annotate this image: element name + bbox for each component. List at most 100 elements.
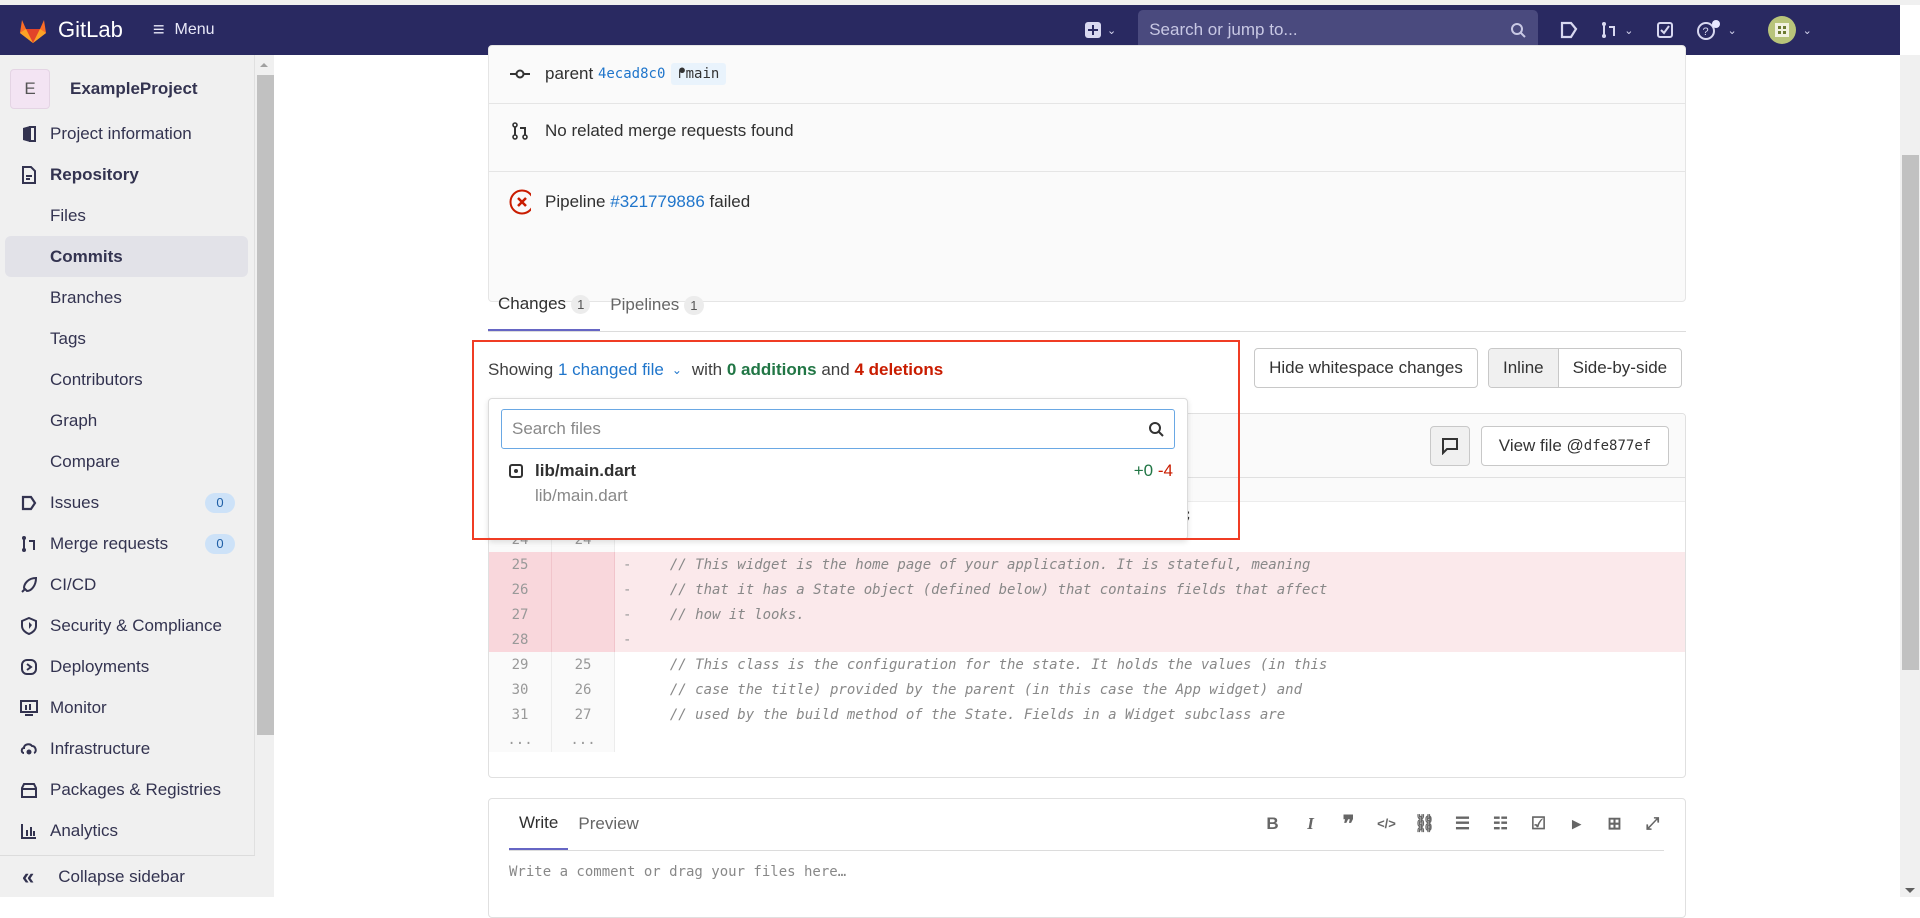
bullet-list-icon[interactable]: ☰	[1450, 811, 1475, 836]
help-dropdown[interactable]: ? ⌄	[1697, 20, 1737, 40]
issues-button[interactable]	[1560, 21, 1578, 39]
page-scrollbar-thumb[interactable]	[1902, 155, 1919, 670]
user-menu-dropdown[interactable]: ⌄	[1767, 15, 1812, 45]
old-line-number[interactable]: 26	[489, 577, 552, 602]
sidebar-scrollbar-thumb[interactable]	[257, 75, 274, 735]
sidebar-item-issues[interactable]: Issues 0	[0, 482, 254, 523]
sidebar-item-label: Infrastructure	[50, 738, 151, 758]
tab-label: Changes	[498, 294, 567, 313]
sidebar-project[interactable]: E ExampleProject	[0, 65, 254, 113]
old-line-number[interactable]: ...	[489, 727, 552, 752]
search-icon	[1149, 422, 1164, 437]
sidebar-item-label: Commits	[50, 246, 123, 266]
sidebar-item-branches[interactable]: Branches	[0, 277, 254, 318]
fullscreen-icon[interactable]: ⤢	[1640, 811, 1665, 836]
old-line-number[interactable]: 27	[489, 602, 552, 627]
project-info-icon	[20, 125, 38, 143]
table-icon[interactable]: ⊞	[1602, 811, 1627, 836]
collapsible-icon[interactable]: ▸	[1564, 811, 1589, 836]
numbered-list-icon[interactable]: ☷	[1488, 811, 1513, 836]
new-line-number[interactable]	[552, 552, 615, 577]
write-tab[interactable]: Write	[509, 798, 569, 850]
repository-icon	[20, 165, 38, 184]
collapse-sidebar-button[interactable]: « Collapse sidebar	[0, 855, 255, 897]
help-icon: ?	[1697, 20, 1721, 40]
collapse-sidebar-label: Collapse sidebar	[58, 866, 185, 886]
quote-icon[interactable]: ❞	[1336, 811, 1361, 836]
sidebar-item-deployments[interactable]: Deployments	[0, 646, 254, 687]
new-line-number[interactable]: 25	[552, 652, 615, 677]
additions-count: 0 additions	[726, 360, 817, 379]
diff-sign: -	[623, 631, 632, 648]
search-files-input[interactable]: Search files	[501, 409, 1175, 449]
old-line-number[interactable]: 31	[489, 702, 552, 727]
sidebar-item-infrastructure[interactable]: Infrastructure	[0, 728, 254, 769]
global-search-input[interactable]: Search or jump to...	[1138, 10, 1539, 50]
sidebar-item-ci-cd[interactable]: CI/CD	[0, 564, 254, 605]
page-scroll-down-arrow[interactable]	[1905, 888, 1915, 893]
italic-icon[interactable]: I	[1298, 811, 1323, 836]
diff-sign: -	[623, 581, 632, 598]
merge-requests-dropdown[interactable]: ⌄	[1600, 21, 1633, 39]
sidebar-item-tags[interactable]: Tags	[0, 318, 254, 359]
sidebar-item-files[interactable]: Files	[0, 195, 254, 236]
comment-textarea[interactable]: Write a comment or drag your files here…	[509, 864, 846, 880]
old-line-number[interactable]: 25	[489, 552, 552, 577]
new-line-number[interactable]: ...	[552, 727, 615, 752]
sidebar-scrollbar[interactable]	[255, 55, 274, 897]
side-by-side-view-button[interactable]: Side-by-side	[1559, 349, 1681, 387]
hide-whitespace-button[interactable]: Hide whitespace changes	[1254, 348, 1478, 388]
file-deletions: -4	[1157, 461, 1173, 480]
new-item-dropdown[interactable]: ⌄	[1085, 22, 1116, 38]
link-icon[interactable]: ⛓	[1412, 811, 1437, 836]
sidebar-scroll-up-arrow[interactable]	[260, 63, 268, 67]
sidebar-item-merge-requests[interactable]: Merge requests 0	[0, 523, 254, 564]
menu-button[interactable]: ≡ Menu	[153, 19, 215, 42]
changed-files-toggle[interactable]: 1 changed file	[558, 360, 664, 380]
sidebar-item-repository[interactable]: Repository	[0, 154, 254, 195]
old-line-number[interactable]: 30	[489, 677, 552, 702]
new-line-number[interactable]	[552, 627, 615, 652]
sidebar-item-project-information[interactable]: Project information	[0, 113, 254, 154]
new-line-number[interactable]	[552, 577, 615, 602]
task-list-icon[interactable]: ☑	[1526, 811, 1551, 836]
code-text: // case the title) provided by the paren…	[653, 681, 1303, 698]
sidebar-item-security-compliance[interactable]: Security & Compliance	[0, 605, 254, 646]
sidebar-item-contributors[interactable]: Contributors	[0, 359, 254, 400]
tab-pipelines[interactable]: Pipelines 1	[600, 279, 713, 331]
code-icon[interactable]: </>	[1374, 811, 1399, 836]
tab-changes[interactable]: Changes 1	[488, 279, 601, 331]
sidebar-item-commits[interactable]: Commits	[5, 236, 248, 277]
old-line-number[interactable]: 29	[489, 652, 552, 677]
tab-label: Pipelines	[610, 295, 680, 314]
view-file-button[interactable]: View file @ dfe877ef	[1481, 426, 1669, 466]
parent-sha-link[interactable]: 4ecad8c0	[598, 66, 665, 82]
diff-line-deleted: 25 - // This widget is the home page of y…	[489, 552, 1685, 577]
preview-tab[interactable]: Preview	[568, 798, 648, 850]
sidebar-item-label: Tags	[50, 328, 86, 348]
sidebar-item-monitor[interactable]: Monitor	[0, 687, 254, 728]
new-line-number[interactable]: 26	[552, 677, 615, 702]
file-list-item[interactable]: lib/main.dart lib/main.dart +0 -4	[509, 461, 1173, 506]
branch-name: main	[685, 66, 720, 82]
toggle-comments-button[interactable]	[1430, 426, 1470, 466]
branch-pill[interactable]: ᖰmain	[671, 63, 727, 85]
new-line-number[interactable]	[552, 602, 615, 627]
sidebar-item-compare[interactable]: Compare	[0, 441, 254, 482]
gitlab-logo[interactable]: GitLab	[18, 16, 123, 44]
page-scrollbar[interactable]	[1900, 55, 1920, 897]
todos-button[interactable]	[1657, 22, 1674, 38]
sidebar-item-label: CI/CD	[50, 574, 97, 594]
inline-view-button[interactable]: Inline	[1489, 349, 1559, 387]
file-path: lib/main.dart	[535, 486, 628, 505]
bold-icon[interactable]: B	[1260, 811, 1285, 836]
pipeline-link[interactable]: #321779886	[610, 192, 705, 212]
chevron-down-icon[interactable]: ⌄	[672, 363, 682, 377]
sidebar-item-analytics[interactable]: Analytics	[0, 810, 254, 851]
new-line-number[interactable]: 27	[552, 702, 615, 727]
sidebar-item-packages-registries[interactable]: Packages & Registries	[0, 769, 254, 810]
sidebar-item-graph[interactable]: Graph	[0, 400, 254, 441]
old-line-number[interactable]: 28	[489, 627, 552, 652]
status-failed-icon[interactable]	[509, 189, 531, 215]
related-mr-row: No related merge requests found	[509, 121, 794, 141]
